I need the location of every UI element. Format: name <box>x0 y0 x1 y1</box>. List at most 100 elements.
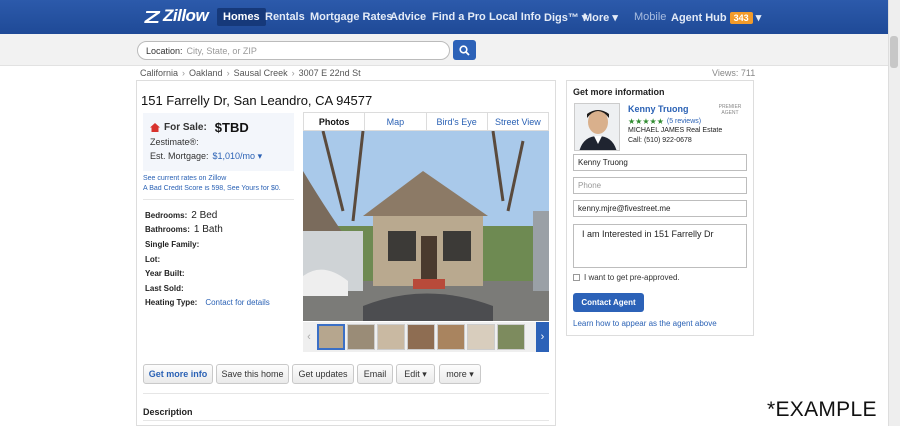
chevron-down-icon: ▾ <box>469 368 474 379</box>
fact-label: Lot: <box>145 255 161 264</box>
breadcrumb: California › Oakland › Sausal Creek › 3007 E 2… <box>140 68 361 78</box>
page-scrollbar[interactable] <box>888 0 900 426</box>
photo-thumbnail[interactable] <box>317 324 345 350</box>
fact-label: Last Sold: <box>145 284 184 293</box>
photo-thumbnail[interactable] <box>497 324 525 350</box>
chevron-down-icon: ▾ <box>612 12 618 24</box>
fact-label: Heating Type: <box>145 298 198 307</box>
tab-street-view[interactable]: Street View <box>486 113 548 130</box>
agent-avatar[interactable] <box>574 103 620 151</box>
tab-birds-eye[interactable]: Bird's Eye <box>425 113 487 130</box>
photo-thumbnail-strip <box>303 322 549 352</box>
contact-agent-button[interactable]: Contact Agent <box>573 293 644 312</box>
divider <box>143 393 549 394</box>
nav-advice[interactable]: Advice <box>390 11 426 29</box>
message-textarea[interactable]: I am Interested in 151 Farrelly Dr <box>573 224 747 268</box>
thumbnail-next-arrow-icon[interactable]: › <box>536 322 549 352</box>
preapproved-checkbox-row[interactable]: I want to get pre-approved. <box>573 273 680 282</box>
mortgage-value: $1,010/mo <box>212 151 256 161</box>
media-tabs: Photos Map Bird's Eye Street View <box>303 112 549 131</box>
email-field[interactable]: kenny.mjre@fivestreet.me <box>573 200 747 217</box>
agent-hub-count-badge: 343 <box>729 12 753 24</box>
chevron-down-icon: ▾ <box>755 12 762 24</box>
listing-photo[interactable] <box>303 131 549 321</box>
photo-thumbnail[interactable] <box>347 324 375 350</box>
get-more-info-button[interactable]: Get more info <box>143 364 213 384</box>
preapproved-label: I want to get pre-approved. <box>584 273 680 282</box>
breadcrumb-item[interactable]: Sausal Creek <box>234 68 288 78</box>
nav-local-info[interactable]: Local Info <box>489 11 541 29</box>
more-button[interactable]: more ▾ <box>439 364 481 384</box>
fact-label: Bedrooms: <box>145 211 188 220</box>
zestimate-label: Zestimate®: <box>150 137 199 147</box>
tab-map[interactable]: Map <box>364 113 425 130</box>
nav-digs-label: Digs™ <box>544 12 579 24</box>
current-rates-link[interactable]: See current rates on Zillow <box>143 175 226 182</box>
breadcrumb-item[interactable]: Oakland <box>189 68 223 78</box>
credit-score-link[interactable]: A Bad Credit Score is 598, See Yours for… <box>143 185 294 192</box>
phone-field[interactable]: Phone <box>573 177 747 194</box>
nav-more-label: More <box>583 12 610 24</box>
nav-find-a-pro[interactable]: Find a Pro <box>432 11 486 29</box>
contact-for-details-link[interactable]: Contact for details <box>205 298 269 307</box>
house-icon <box>150 123 160 132</box>
photo-thumbnail[interactable] <box>467 324 495 350</box>
nav-agent-hub[interactable]: Agent Hub 343 ▾ <box>671 11 761 29</box>
edit-label: Edit <box>404 369 420 379</box>
fact-bathrooms: Bathrooms: 1 Bath <box>145 224 223 235</box>
nav-homes[interactable]: Homes <box>217 8 266 26</box>
name-field[interactable]: Kenny Truong <box>573 154 747 171</box>
house-photo-illustration <box>303 131 549 321</box>
breadcrumb-item[interactable]: 3007 E 22nd St <box>299 68 361 78</box>
email-button[interactable]: Email <box>357 364 393 384</box>
get-updates-button[interactable]: Get updates <box>292 364 354 384</box>
for-sale-row: For Sale: $TBD <box>150 120 249 135</box>
example-watermark: *EXAMPLE <box>767 398 877 421</box>
fact-single-family: Single Family: <box>145 240 199 249</box>
thumbnail-prev-arrow-icon[interactable]: ‹ <box>303 322 315 352</box>
reviews-link[interactable]: (5 reviews) <box>667 118 701 125</box>
contact-panel-title: Get more information <box>573 87 665 97</box>
agent-brokerage: MICHAEL JAMES Real Estate <box>628 127 723 134</box>
save-this-home-button[interactable]: Save this home <box>216 364 289 384</box>
zillow-logo[interactable]: Zillow <box>143 5 211 27</box>
fact-bedrooms: Bedrooms: 2 Bed <box>145 210 217 221</box>
agent-portrait <box>575 104 619 150</box>
zillow-z-icon <box>143 7 161 25</box>
edit-button[interactable]: Edit ▾ <box>396 364 435 384</box>
chevron-right-icon: › <box>182 68 186 78</box>
listing-address: 151 Farrelly Dr, San Leandro, CA 94577 <box>141 93 373 108</box>
nav-rentals[interactable]: Rentals <box>265 11 305 29</box>
photo-thumbnail[interactable] <box>407 324 435 350</box>
agent-phone: Call: (510) 922-0678 <box>628 137 692 144</box>
agent-name[interactable]: Kenny Truong <box>628 104 689 114</box>
chevron-down-icon: ▾ <box>257 151 263 161</box>
learn-appear-agent-link[interactable]: Learn how to appear as the agent above <box>573 319 717 328</box>
chevron-down-icon: ▾ <box>422 368 427 379</box>
star-rating-icon: ★★★★★ <box>628 117 664 126</box>
nav-mortgage-rates[interactable]: Mortgage Rates <box>310 11 393 29</box>
mortgage-row: Est. Mortgage: $1,010/mo ▾ <box>150 151 262 162</box>
tab-photos[interactable]: Photos <box>304 113 364 130</box>
mortgage-value-link[interactable]: $1,010/mo ▾ <box>213 151 263 161</box>
location-label: Location: <box>146 45 183 56</box>
location-placeholder: City, State, or ZIP <box>186 45 257 56</box>
fact-heating-type: Heating Type: Contact for details <box>145 298 270 307</box>
nav-digs[interactable]: Digs™ ▾ <box>544 11 587 29</box>
fact-label: Single Family: <box>145 240 200 249</box>
sale-info-box: For Sale: $TBD Zestimate®: Est. Mortgage… <box>143 113 294 171</box>
fact-value: 2 Bed <box>191 210 218 221</box>
nav-mobile[interactable]: Mobile <box>634 11 666 29</box>
listing-price: $TBD <box>214 120 249 135</box>
nav-more[interactable]: More ▾ <box>583 11 618 29</box>
photo-thumbnail[interactable] <box>437 324 465 350</box>
location-search-input[interactable]: Location: City, State, or ZIP <box>137 41 450 60</box>
search-button[interactable] <box>453 40 476 60</box>
breadcrumb-item[interactable]: California <box>140 68 178 78</box>
description-heading: Description <box>143 407 193 417</box>
preapproved-checkbox[interactable] <box>573 274 580 281</box>
photo-thumbnail[interactable] <box>377 324 405 350</box>
fact-value: 1 Bath <box>193 224 223 235</box>
fact-lot: Lot: <box>145 255 160 264</box>
scrollbar-thumb[interactable] <box>890 36 898 68</box>
